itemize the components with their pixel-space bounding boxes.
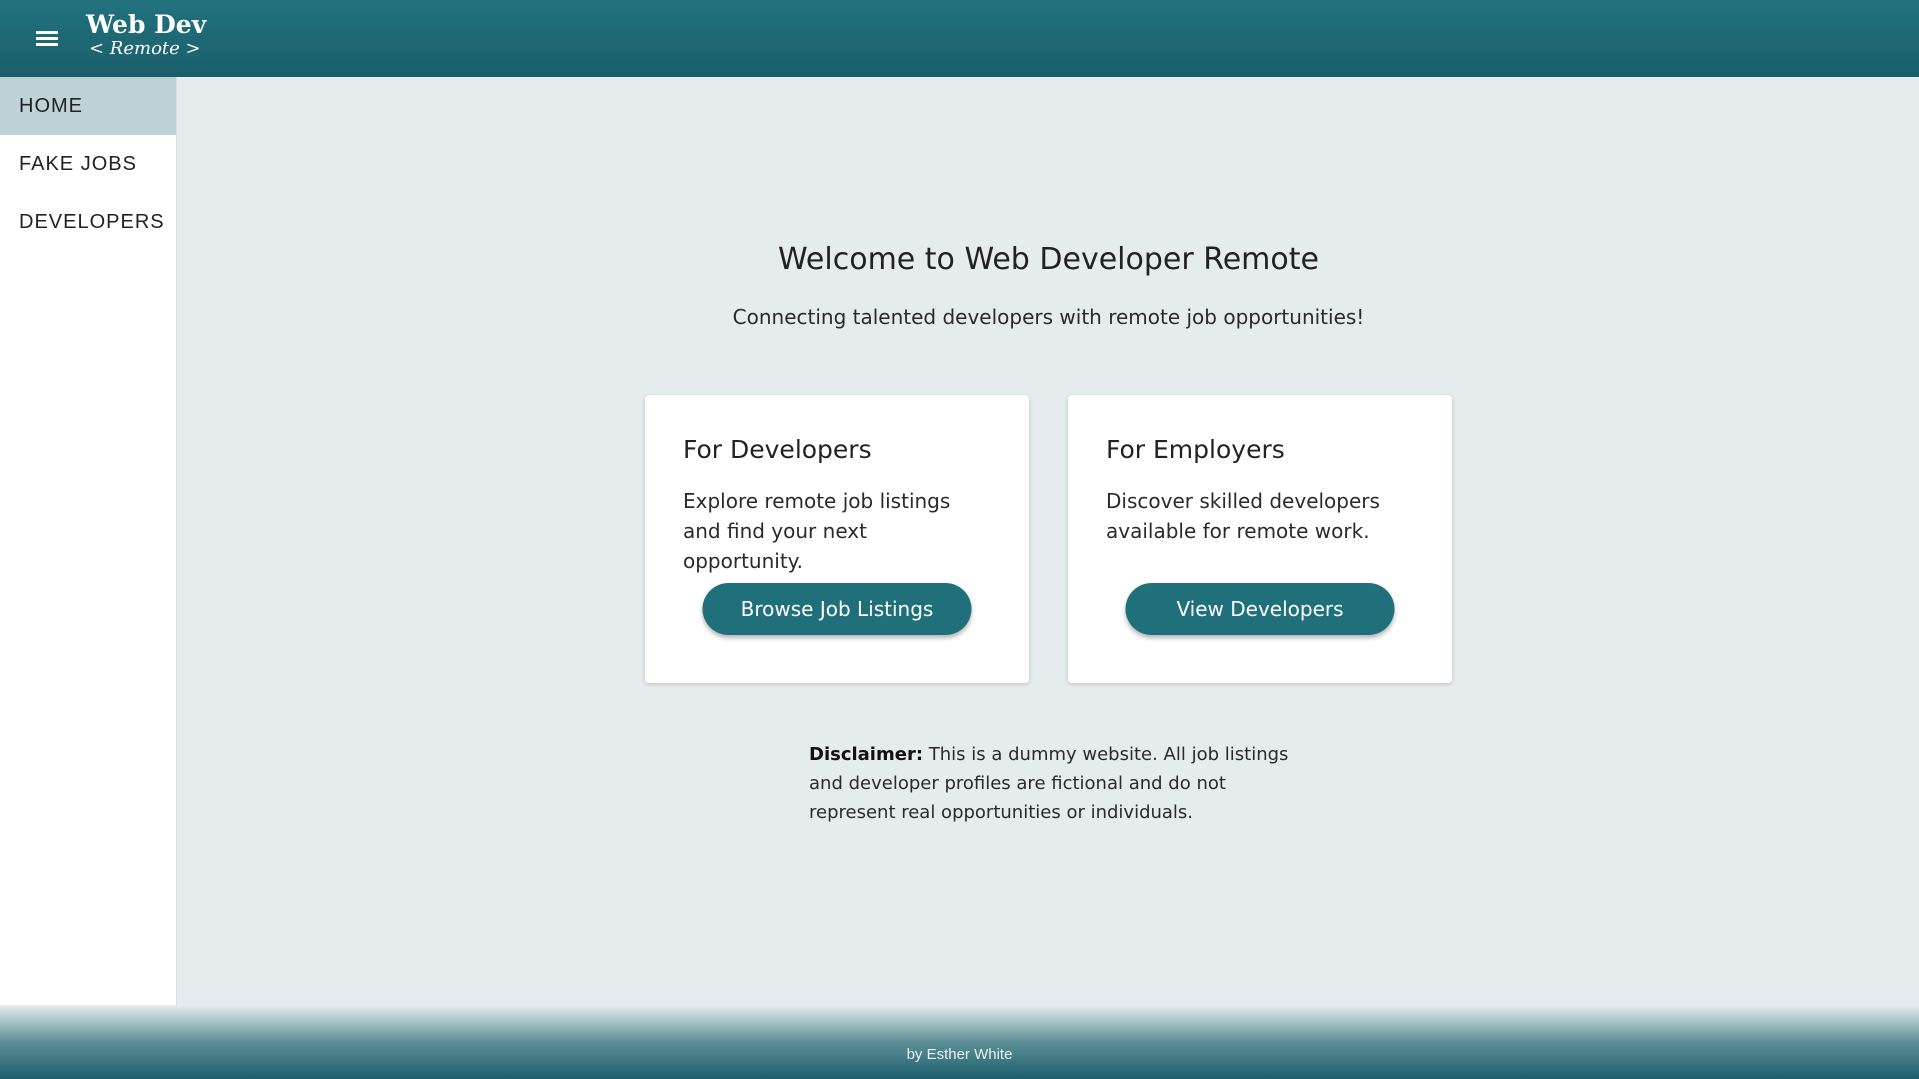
- developers-card: For Developers Explore remote job listin…: [645, 395, 1029, 683]
- employers-card: For Employers Discover skilled developer…: [1068, 395, 1452, 683]
- card-title: For Employers: [1106, 435, 1285, 464]
- disclaimer-label: Disclaimer:: [809, 744, 924, 765]
- page-footer: by Esther White: [0, 1005, 1919, 1079]
- sidebar-item-home[interactable]: HOME: [0, 77, 176, 135]
- page-title: Welcome to Web Developer Remote: [778, 242, 1319, 277]
- sidebar-item-developers[interactable]: DEVELOPERS: [0, 193, 176, 251]
- card-text: Discover skilled developers available fo…: [1106, 489, 1380, 543]
- sidebar-item-fake-jobs[interactable]: FAKE JOBS: [0, 135, 176, 193]
- card-title: For Developers: [683, 435, 872, 464]
- logo-subtitle: < Remote >: [89, 38, 201, 59]
- page-subtitle: Connecting talented developers with remo…: [732, 305, 1365, 329]
- view-developers-button[interactable]: View Developers: [1125, 583, 1395, 635]
- logo-title: Web Dev: [86, 10, 207, 39]
- browse-job-listings-button[interactable]: Browse Job Listings: [702, 583, 972, 635]
- hamburger-menu-icon[interactable]: [36, 28, 61, 50]
- site-logo[interactable]: Web Dev < Remote >: [86, 12, 206, 58]
- disclaimer: Disclaimer: This is a dummy website. All…: [809, 740, 1309, 827]
- main-content: Welcome to Web Developer Remote Connecti…: [178, 77, 1919, 1005]
- card-text: Explore remote job listings and find you…: [683, 489, 951, 573]
- app-header: Web Dev < Remote >: [0, 0, 1919, 77]
- sidebar-nav: HOME FAKE JOBS DEVELOPERS: [0, 77, 177, 1005]
- footer-credit: by Esther White: [906, 1046, 1013, 1063]
